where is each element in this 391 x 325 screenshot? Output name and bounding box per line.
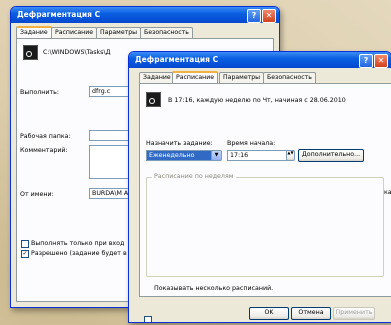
back-window-titlebar[interactable]: Дефрагментация C ? ✕	[11, 7, 279, 23]
start-time-input[interactable]: 17:16	[227, 150, 289, 161]
close-icon[interactable]: ✕	[374, 54, 388, 68]
show-multiple-label: Показывать несколько расписаний.	[154, 285, 274, 292]
front-tab-settings[interactable]: Параметры	[219, 72, 265, 83]
runas-label: От имени:	[20, 191, 54, 198]
help-icon[interactable]: ?	[359, 54, 373, 68]
weekly-group	[146, 177, 384, 277]
schedule-icon	[146, 92, 161, 107]
start-time-label: Время начала:	[227, 140, 276, 147]
front-tabs: Задание Расписание Параметры Безопасност…	[139, 71, 384, 85]
schedule-summary: В 17:16, каждую неделю по Чт, начиная с …	[168, 97, 346, 104]
front-tab-task[interactable]: Задание	[139, 72, 175, 83]
help-icon[interactable]: ?	[247, 9, 261, 23]
chevron-down-icon[interactable]: ▼	[211, 150, 222, 161]
back-tab-schedule[interactable]: Расписание	[51, 27, 98, 38]
back-tab-settings[interactable]: Параметры	[96, 27, 142, 38]
advanced-button[interactable]: Дополнительно...	[298, 149, 364, 162]
front-tab-security[interactable]: Безопасность	[263, 72, 316, 83]
back-window-title: Дефрагментация C	[17, 10, 101, 19]
assign-select[interactable]: Еженедельно	[146, 150, 214, 161]
only-if-logged-label: Выполнять только при вход	[31, 240, 125, 247]
workdir-label: Рабочая папка:	[20, 133, 71, 140]
front-window-title: Дефрагментация C	[135, 55, 219, 64]
assign-select-value: Еженедельно	[149, 152, 195, 159]
time-spinner-icon[interactable]: ▲▼	[286, 150, 295, 161]
enabled-checkbox[interactable]: ✓	[21, 250, 29, 258]
front-window: Дефрагментация C ? ✕ Задание Расписание …	[128, 51, 391, 323]
weekly-group-label: Расписание по неделям	[152, 173, 236, 180]
show-multiple-checkbox[interactable]	[144, 316, 152, 322]
back-tab-security[interactable]: Безопасность	[140, 27, 193, 38]
comment-label: Комментарий:	[20, 147, 68, 154]
task-icon	[23, 45, 38, 60]
back-tabs: Задание Расписание Параметры Безопасност…	[16, 26, 271, 40]
enabled-label: Разрешено (задание будет в	[31, 250, 127, 257]
assign-label: Назначить задание:	[146, 140, 213, 147]
ok-button[interactable]: OK	[249, 307, 289, 320]
close-icon[interactable]: ✕	[262, 9, 276, 23]
apply-button[interactable]: Применить	[333, 307, 375, 320]
front-panel: В 17:16, каждую неделю по Чт, начиная с …	[139, 83, 391, 322]
task-path: C:\WINDOWS\Tasks\Д	[43, 49, 111, 56]
front-window-titlebar[interactable]: Дефрагментация C ? ✕	[129, 52, 391, 68]
run-label: Выполнить:	[20, 89, 59, 96]
only-if-logged-checkbox[interactable]	[21, 240, 29, 248]
side-cut-text: ка	[384, 189, 391, 196]
cancel-button[interactable]: Отмена	[291, 307, 331, 320]
